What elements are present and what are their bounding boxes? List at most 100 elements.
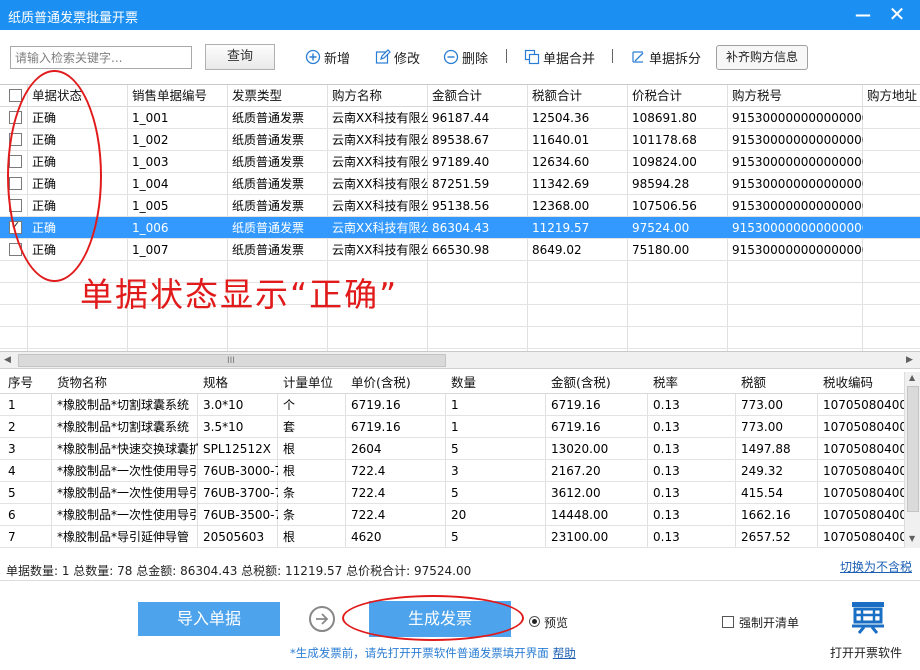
help-link[interactable]: 帮助 [553, 646, 576, 660]
cell-price: 2604 [351, 442, 382, 456]
scroll-left-icon[interactable]: ◀ [4, 355, 11, 365]
scroll-down-icon[interactable]: ▼ [909, 534, 915, 543]
column-header[interactable]: 税收编码 [818, 372, 904, 394]
arrow-right-icon [309, 606, 335, 632]
cell-tax-id: 915300000000000000 [732, 243, 863, 257]
table-row[interactable]: 正确1_006纸质普通发票云南XX科技有限公86304.4311219.5797… [0, 217, 920, 239]
cell-buyer: 云南XX科技有限公 [332, 243, 428, 257]
cell-tax: 11640.01 [532, 133, 590, 147]
table-row[interactable]: 6 *橡胶制品*一次性使用导引 76UB-3500-7-3 条 722.4 20 14448… [0, 504, 904, 526]
table-row[interactable]: 3 *橡胶制品*快速交换球囊扩 SPL12512X 根 2604 5 13020.00 0.1… [0, 438, 904, 460]
cell-buyer: 云南XX科技有限公 [332, 111, 428, 125]
add-button[interactable]: 新增 [305, 47, 350, 67]
column-header[interactable]: 金额合计 [428, 85, 528, 107]
cell-rate: 0.13 [653, 398, 680, 412]
cell-seq: 6 [8, 508, 16, 522]
column-header[interactable]: 购方地址 [863, 85, 920, 107]
force-list-checkbox[interactable] [722, 616, 734, 628]
cell-amount: 3612.00 [551, 486, 601, 500]
column-header[interactable]: 发票类型 [228, 85, 328, 107]
cell-amount: 96187.44 [432, 111, 490, 125]
cell-amount: 6719.16 [551, 398, 601, 412]
open-software-label[interactable]: 打开开票软件 [830, 644, 902, 661]
table-row[interactable]: 正确 1_002 纸质普通发票 云南XX科技有限公 89538.67 11640.01 10… [0, 129, 920, 151]
column-header[interactable]: 数量 [446, 372, 546, 394]
delete-button[interactable]: 删除 [443, 47, 488, 67]
column-header[interactable]: 金额(含税) [546, 372, 648, 394]
preview-radio[interactable] [529, 616, 540, 627]
action-panel: 导入单据 生成发票 预览 强制开清单 打开开票软件 *生成发票前，请先打开开票软… [0, 580, 920, 670]
cell-seq: 2 [8, 420, 16, 434]
table-row[interactable]: 正确 1_007 纸质普通发票 云南XX科技有限公 66530.98 8649.02 751… [0, 239, 920, 261]
close-button[interactable]: ✕ [886, 4, 908, 26]
minimize-button[interactable]: — [852, 4, 874, 26]
column-header[interactable]: 规格 [198, 372, 278, 394]
column-header[interactable]: 购方税号 [728, 85, 863, 107]
cell-code: 107050804000000 [823, 420, 904, 434]
cell-amount: 89538.67 [432, 133, 490, 147]
cell-qty: 20 [451, 508, 467, 522]
delete-label: 删除 [462, 51, 489, 67]
column-header[interactable]: 税额合计 [528, 85, 628, 107]
cell-rate: 0.13 [653, 442, 680, 456]
cell-tax: 11219.57 [532, 221, 590, 235]
query-button[interactable]: 查询 [205, 44, 275, 70]
column-header[interactable]: 单价(含税) [346, 372, 446, 394]
horizontal-scrollbar[interactable]: ◀ III ▶ [0, 352, 920, 369]
table-row[interactable]: 5 *橡胶制品*一次性使用导引 76UB-3700-7-3 条 722.4 5 3612.0… [0, 482, 904, 504]
cell-tax: 8649.02 [532, 243, 582, 257]
table-row[interactable]: 正确 1_001 纸质普通发票 云南XX科技有限公 96187.44 12504.36 10… [0, 107, 920, 129]
vertical-scrollbar[interactable]: ▲ ▼ [904, 372, 920, 548]
items-table-header: 序号 货物名称 规格 计量单位 单价(含税) 数量 金额(含税) 税率 税额 税收编码 [0, 372, 904, 394]
table-row[interactable]: 4 *橡胶制品*一次性使用导引 76UB-3000-7-3 根 722.4 3 2167.2… [0, 460, 904, 482]
cell-name: *橡胶制品*切割球囊系统 [57, 420, 190, 434]
edit-button[interactable]: 修改 [375, 47, 420, 67]
cell-amount: 23100.00 [551, 530, 609, 544]
column-header[interactable]: 购方名称 [328, 85, 428, 107]
column-header[interactable]: 计量单位 [278, 372, 346, 394]
switch-tax-mode-link[interactable]: 切换为不含税 [840, 558, 912, 575]
column-header[interactable]: 序号 [0, 372, 52, 394]
cell-rate: 0.13 [653, 420, 680, 434]
scroll-up-icon[interactable]: ▲ [909, 373, 915, 382]
cell-buyer: 云南XX科技有限公 [332, 133, 428, 147]
cell-tax: 249.32 [741, 464, 783, 478]
fill-buyer-info-button[interactable]: 补齐购方信息 [716, 45, 808, 70]
cell-tax: 773.00 [741, 420, 783, 434]
table-row[interactable]: 1 *橡胶制品*切割球囊系统 3.0*10 个 6719.16 1 6719.16 0.13 7… [0, 394, 904, 416]
table-row[interactable]: 正确 1_004 纸质普通发票 云南XX科技有限公 87251.59 11342.69 98… [0, 173, 920, 195]
cell-type: 纸质普通发票 [232, 111, 305, 125]
cell-amount: 86304.43 [432, 221, 490, 235]
cell-unit: 根 [283, 530, 296, 544]
cell-total: 107506.56 [632, 199, 697, 213]
scrollbar-thumb[interactable]: III [18, 354, 446, 367]
cell-price: 722.4 [351, 486, 386, 500]
table-row[interactable]: 7 *橡胶制品*导引延伸导管 20505603 根 4620 5 23100.00 0.13 2… [0, 526, 904, 548]
column-header[interactable]: 销售单据编号 [128, 85, 228, 107]
scrollbar-thumb[interactable] [907, 386, 919, 512]
import-bills-button[interactable]: 导入单据 [138, 602, 280, 636]
merge-button[interactable]: 单据合并 [524, 47, 595, 67]
column-header[interactable]: 货物名称 [52, 372, 198, 394]
table-row[interactable]: 2 *橡胶制品*切割球囊系统 3.5*10 套 6719.16 1 6719.16 0.13 7… [0, 416, 904, 438]
split-button[interactable]: 单据拆分 [630, 47, 701, 67]
scroll-right-icon[interactable]: ▶ [906, 355, 913, 365]
invoice-software-icon[interactable] [850, 599, 886, 635]
column-header[interactable]: 价税合计 [628, 85, 728, 107]
cell-no: 1_001 [132, 111, 169, 125]
column-header[interactable]: 税额 [736, 372, 818, 394]
items-table: 序号 货物名称 规格 计量单位 单价(含税) 数量 金额(含税) 税率 税额 税收编码 1 *橡胶制… [0, 372, 904, 548]
table-row[interactable]: 正确 1_003 纸质普通发票 云南XX科技有限公 97189.40 12634.60 10… [0, 151, 920, 173]
search-input[interactable] [10, 46, 192, 69]
cell-type: 纸质普通发票 [232, 199, 305, 213]
cell-rate: 0.13 [653, 464, 680, 478]
cell-spec: SPL12512X [203, 442, 271, 456]
cell-qty: 3 [451, 464, 459, 478]
column-header[interactable]: 税率 [648, 372, 736, 394]
cell-qty: 1 [451, 398, 459, 412]
merge-label: 单据合并 [543, 51, 596, 67]
table-row[interactable]: 正确 1_005 纸质普通发票 云南XX科技有限公 95138.56 12368.00 10… [0, 195, 920, 217]
cell-name: *橡胶制品*切割球囊系统 [57, 398, 190, 412]
cell-no: 1_004 [132, 177, 169, 191]
cell-type: 纸质普通发票 [232, 133, 305, 147]
